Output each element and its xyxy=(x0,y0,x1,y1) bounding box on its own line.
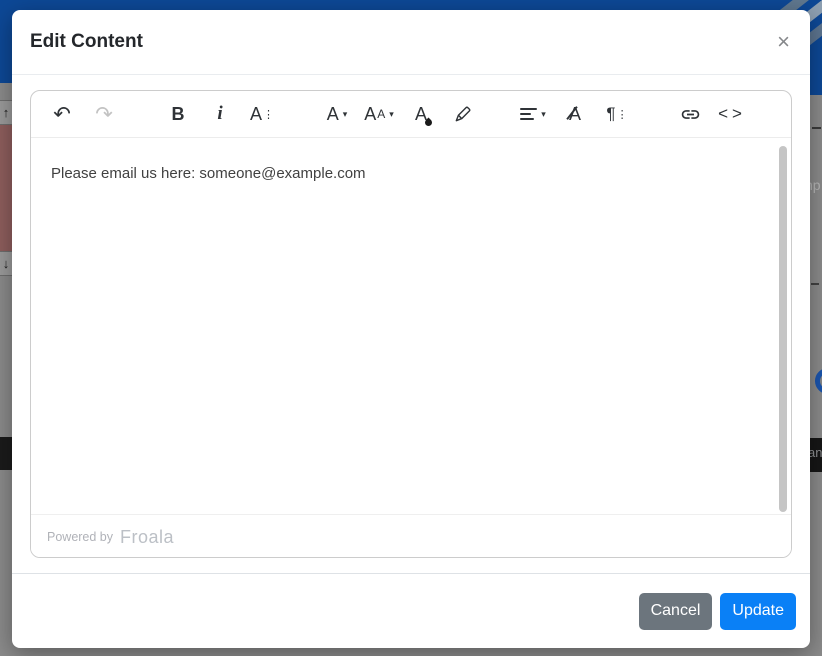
code-icon: <> xyxy=(718,104,746,124)
highlight-button[interactable] xyxy=(444,94,482,134)
code-view-button[interactable]: <> xyxy=(713,94,751,134)
dialog-header: Edit Content × xyxy=(12,10,810,75)
background-circle-graphic xyxy=(815,368,822,394)
redo-button[interactable]: ↷ xyxy=(85,94,123,134)
dialog-title: Edit Content xyxy=(30,31,143,53)
redo-icon: ↷ xyxy=(95,102,113,127)
editor-footer: Powered by Froala xyxy=(31,514,791,558)
insert-link-button[interactable] xyxy=(671,94,709,134)
paragraph-style-button[interactable]: ¶ ⋮ xyxy=(598,94,636,134)
italic-icon: i xyxy=(217,103,222,125)
froala-logo[interactable]: Froala xyxy=(120,527,174,548)
cancel-button[interactable]: Cancel xyxy=(639,593,713,630)
editor-content-text[interactable]: Please email us here: someone@example.co… xyxy=(31,138,791,184)
background-text-fragment xyxy=(812,127,821,129)
background-dark-bar xyxy=(0,437,12,470)
more-text-button[interactable]: A ⋮ xyxy=(243,94,281,134)
editor-toolbar: ↶ ↷ B i A ⋮ A ▾ A A ▾ xyxy=(31,91,791,138)
align-button[interactable]: ▾ xyxy=(514,94,552,134)
chevron-down-icon: ▾ xyxy=(389,109,394,120)
text-color-button[interactable]: A xyxy=(402,94,440,134)
background-text-fragment xyxy=(811,283,819,285)
paragraph-icon: ¶ xyxy=(606,104,615,124)
color-drop-icon xyxy=(424,118,434,128)
bold-icon: B xyxy=(172,104,185,125)
align-left-icon xyxy=(520,108,537,120)
ellipsis-icon: ⋮ xyxy=(263,108,274,121)
background-scrollbar-thumb xyxy=(0,125,12,251)
editor-content-area[interactable]: Please email us here: someone@example.co… xyxy=(31,138,791,514)
font-family-icon: A xyxy=(327,104,339,125)
undo-button[interactable]: ↶ xyxy=(43,94,81,134)
bold-button[interactable]: B xyxy=(159,94,197,134)
chevron-down-icon: ▾ xyxy=(343,109,348,120)
background-text-fragment: an xyxy=(810,445,822,460)
editor-scrollbar-thumb[interactable] xyxy=(779,146,787,512)
clear-formatting-button[interactable]: A xyxy=(556,94,594,134)
highlighter-icon xyxy=(453,104,473,124)
powered-by-label: Powered by xyxy=(47,530,113,544)
scroll-up-icon: ↑ xyxy=(0,100,12,125)
scroll-down-icon: ↓ xyxy=(0,251,12,276)
update-button[interactable]: Update xyxy=(720,593,796,630)
chevron-down-icon: ▾ xyxy=(541,109,546,120)
font-family-button[interactable]: A ▾ xyxy=(318,94,356,134)
undo-icon: ↶ xyxy=(53,102,71,127)
italic-button[interactable]: i xyxy=(201,94,239,134)
close-icon[interactable]: × xyxy=(773,27,794,57)
ellipsis-icon: ⋮ xyxy=(617,108,628,121)
more-text-icon: A xyxy=(250,104,262,125)
font-size-icon: A xyxy=(364,104,376,125)
edit-content-dialog: Edit Content × ↶ ↷ B i A ⋮ A ▾ xyxy=(12,10,810,648)
font-size-small-icon: A xyxy=(377,107,385,121)
background-right-edge: np an xyxy=(810,95,822,656)
link-icon xyxy=(680,104,701,125)
dialog-footer: Cancel Update xyxy=(12,573,810,648)
background-left-edge: ↑ ↓ xyxy=(0,83,12,656)
background-text-fragment: np xyxy=(810,177,821,193)
rich-text-editor: ↶ ↷ B i A ⋮ A ▾ A A ▾ xyxy=(30,90,792,558)
font-size-button[interactable]: A A ▾ xyxy=(360,94,398,134)
